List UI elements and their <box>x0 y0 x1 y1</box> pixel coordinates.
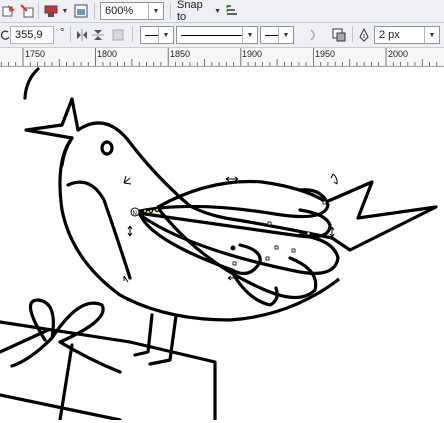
ruler-tick-label: 1750 <box>25 49 46 59</box>
toolbar-separator <box>352 26 353 42</box>
chevron-down-icon[interactable]: ▼ <box>148 3 163 19</box>
chevron-down-icon: ▼ <box>214 7 221 15</box>
zoom-level-combo[interactable]: 600% ▼ <box>100 2 164 20</box>
zoom-level-value: 600% <box>105 5 134 17</box>
chevron-down-icon[interactable]: ▼ <box>278 27 293 43</box>
publish-icon[interactable] <box>42 2 60 20</box>
toolbar-separator <box>70 26 71 42</box>
line-style-combo[interactable]: ▼ <box>176 26 258 44</box>
publish-dropdown-button[interactable]: ▼ <box>60 2 70 20</box>
import-icon[interactable] <box>0 2 18 20</box>
close-curve-icon <box>304 26 324 44</box>
drawing-canvas[interactable]: N <box>0 67 444 422</box>
outline-width-value: 2 px <box>379 29 400 41</box>
rotation-angle-value: 355,9 <box>15 29 43 41</box>
property-bar: 355,9 ° ▼ ▼ ▼ 2 px ▼ <box>0 23 444 48</box>
stray-curve <box>23 67 40 100</box>
toolbar-separator <box>38 3 39 19</box>
drawing-artwork[interactable]: N <box>0 67 444 422</box>
bird-leg <box>148 314 178 366</box>
ruler-tick-label: 1800 <box>97 49 118 59</box>
line-start-combo[interactable]: ▼ <box>140 26 174 44</box>
anchor-node-icon: N <box>133 211 137 217</box>
line-start-icon <box>145 34 159 36</box>
chevron-down-icon[interactable]: ▼ <box>424 27 439 43</box>
skew-handle-icon <box>127 225 133 237</box>
bird-chest-line <box>66 180 132 280</box>
bird-tail <box>324 180 438 252</box>
bird-eye <box>100 140 114 156</box>
center-marker <box>230 245 236 251</box>
rotate-handle-icon <box>123 175 132 185</box>
toolbar-separator <box>170 3 171 19</box>
skew-handle-icon <box>329 226 335 238</box>
skew-handle-icon <box>225 176 239 182</box>
wrap-icon <box>110 26 126 44</box>
rotate-handle-icon <box>123 275 129 283</box>
line-end-icon <box>265 34 279 36</box>
mirror-h-icon[interactable] <box>74 26 90 44</box>
standard-toolbar: ▼ 600% ▼ Snap to ▼ <box>0 0 444 23</box>
degree-unit-label: ° <box>60 27 65 39</box>
ruler-tick-label: 2000 <box>388 49 409 59</box>
chevron-down-icon[interactable]: ▼ <box>158 27 173 43</box>
line-style-icon <box>181 34 243 36</box>
pen-icon <box>356 26 372 44</box>
page-layout-icon[interactable] <box>72 2 90 20</box>
line-end-combo[interactable]: ▼ <box>260 26 294 44</box>
horizontal-ruler[interactable]: 1750 1800 1850 1900 1950 2000 <box>0 48 444 67</box>
chevron-down-icon[interactable]: ▼ <box>242 27 257 43</box>
export-icon[interactable] <box>18 2 36 20</box>
outline-width-combo[interactable]: 2 px ▼ <box>374 26 440 44</box>
toolbar-separator <box>94 3 95 19</box>
rotate-handle-icon <box>330 173 338 185</box>
rotate-icon <box>0 26 10 44</box>
mirror-v-icon[interactable] <box>90 26 106 44</box>
snap-to-label: Snap to <box>177 0 203 23</box>
toolbar-separator <box>132 26 133 42</box>
snap-to-button[interactable]: Snap to ▼ <box>174 0 222 23</box>
ruler-tick-label: 1950 <box>315 49 336 59</box>
bird-beak-lower <box>24 123 74 140</box>
bird-leg <box>133 313 154 357</box>
rotation-angle-input[interactable]: 355,9 <box>10 26 54 44</box>
gift-bow <box>10 298 122 374</box>
ruler-tick-label: 1850 <box>170 49 191 59</box>
snap-options-icon[interactable] <box>224 2 240 20</box>
ruler-ticks <box>0 48 438 66</box>
to-front-icon[interactable] <box>330 26 348 44</box>
ruler-tick-label: 1900 <box>242 49 263 59</box>
bird-beak-upper <box>60 97 80 132</box>
bird-back <box>156 179 328 209</box>
